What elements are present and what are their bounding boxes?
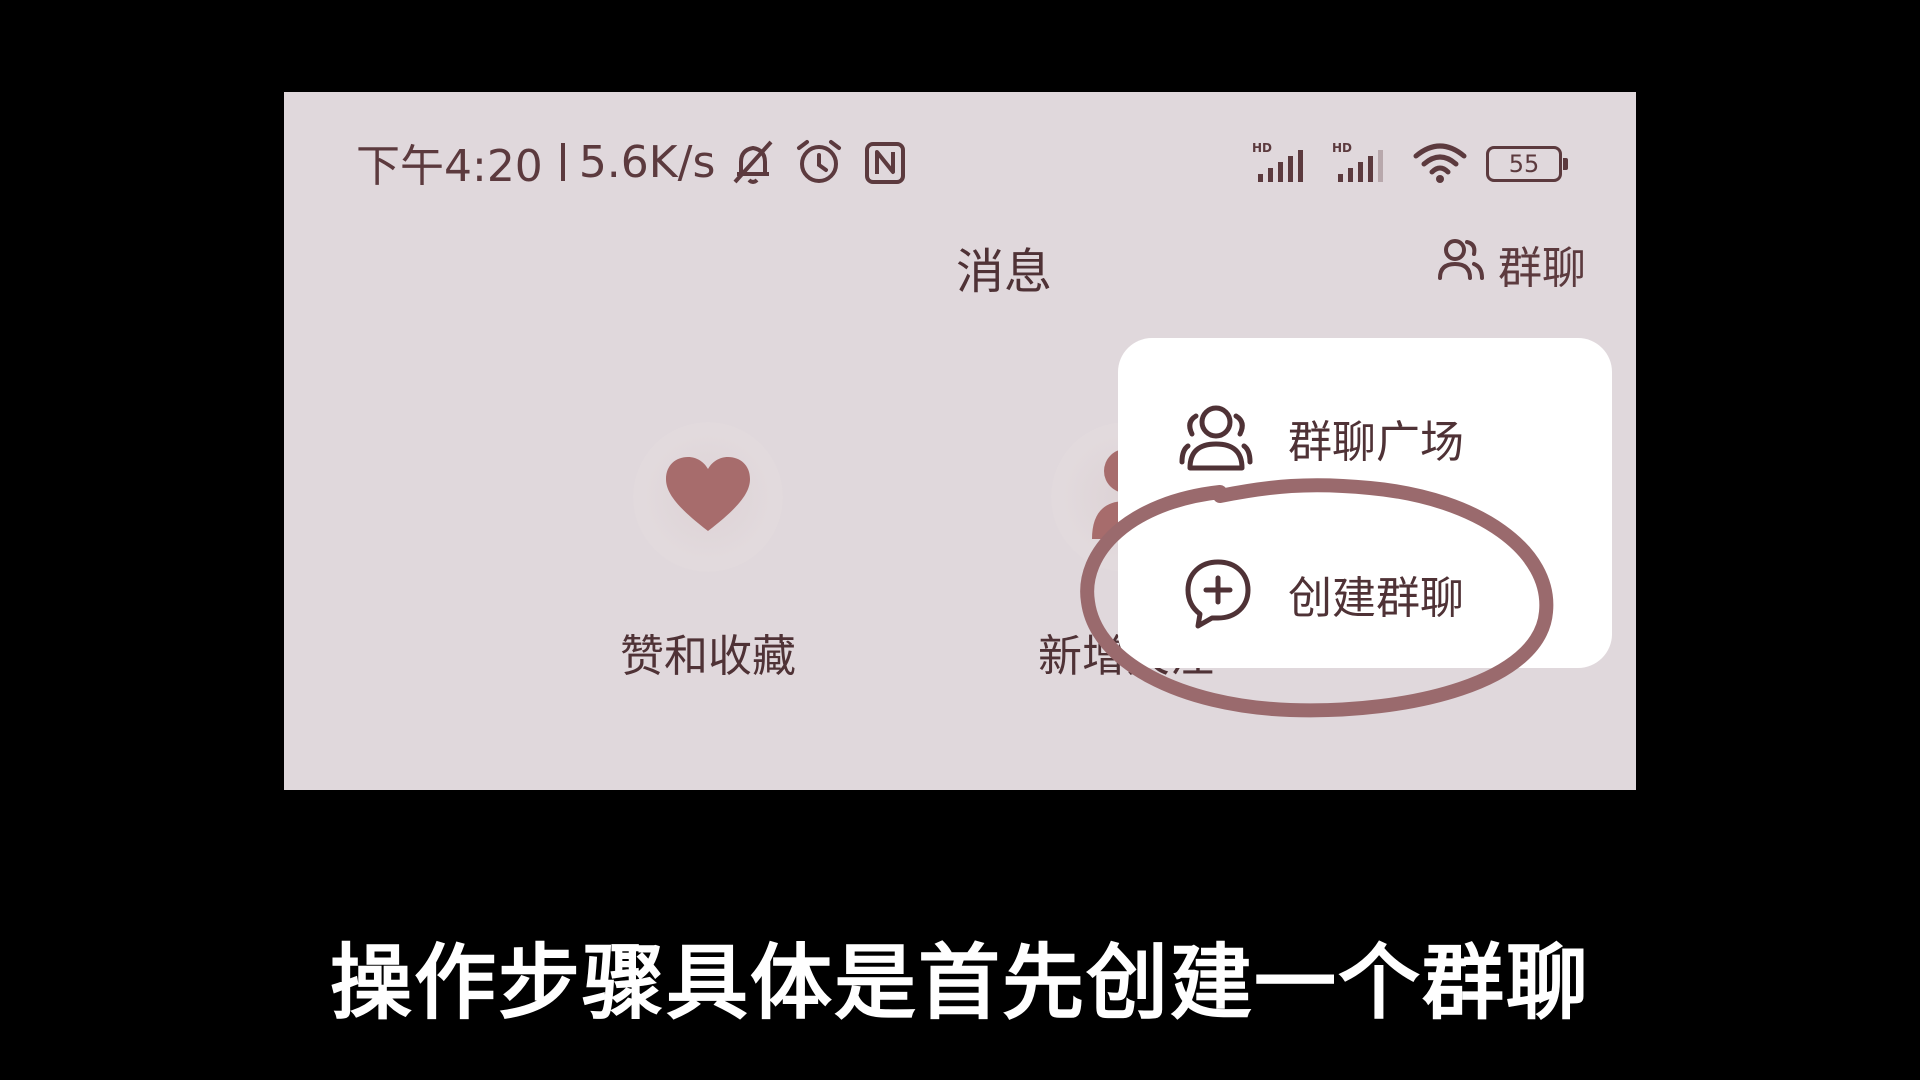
status-time: 下午4:20 xyxy=(356,141,543,192)
group-chat-button[interactable]: 群聊 xyxy=(1436,234,1586,294)
menu-item-label: 创建群聊 xyxy=(1288,573,1464,624)
battery-level: 55 xyxy=(1508,150,1540,178)
add-chat-icon xyxy=(1178,554,1258,634)
menu-item-create-group[interactable]: 创建群聊 xyxy=(1118,534,1612,654)
hd-signal-icon: HD xyxy=(1332,140,1394,188)
status-separator xyxy=(560,143,565,181)
nfc-icon xyxy=(857,134,913,190)
group-chat-label: 群聊 xyxy=(1498,243,1586,294)
network-speed: 5.6K/s xyxy=(578,136,716,188)
alarm-icon xyxy=(791,134,847,190)
battery-icon: 55 xyxy=(1486,146,1568,182)
heart-icon-wrap xyxy=(633,422,783,572)
shortcut-likes-favorites[interactable]: 赞和收藏 xyxy=(588,422,828,684)
phone-screen: 下午4:20 5.6K/s HD HD 55 消息 群聊 赞和收藏 群聊广场 创… xyxy=(284,92,1636,790)
hd-signal-icon: HD xyxy=(1252,140,1314,188)
svg-text:HD: HD xyxy=(1252,141,1272,155)
page-title: 消息 xyxy=(955,244,1052,300)
menu-item-label: 群聊广场 xyxy=(1288,417,1464,468)
video-subtitle: 操作步骤具体是首先创建一个群聊 xyxy=(329,936,1590,1031)
mute-bell-icon xyxy=(725,134,781,190)
heart-icon xyxy=(664,455,752,539)
group-chat-dropdown: 群聊广场 创建群聊 xyxy=(1118,338,1612,668)
group-icon xyxy=(1436,234,1486,295)
wifi-icon xyxy=(1412,140,1468,188)
group-icon xyxy=(1178,398,1258,478)
status-bar-right: HD HD 55 xyxy=(1252,134,1568,194)
shortcut-label: 赞和收藏 xyxy=(620,631,796,682)
status-bar-left: 下午4:20 5.6K/s xyxy=(356,132,913,192)
video-frame: 下午4:20 5.6K/s HD HD 55 消息 群聊 赞和收藏 群聊广场 创… xyxy=(0,0,1920,1080)
svg-text:HD: HD xyxy=(1332,141,1352,155)
menu-item-group-square[interactable]: 群聊广场 xyxy=(1118,378,1612,498)
